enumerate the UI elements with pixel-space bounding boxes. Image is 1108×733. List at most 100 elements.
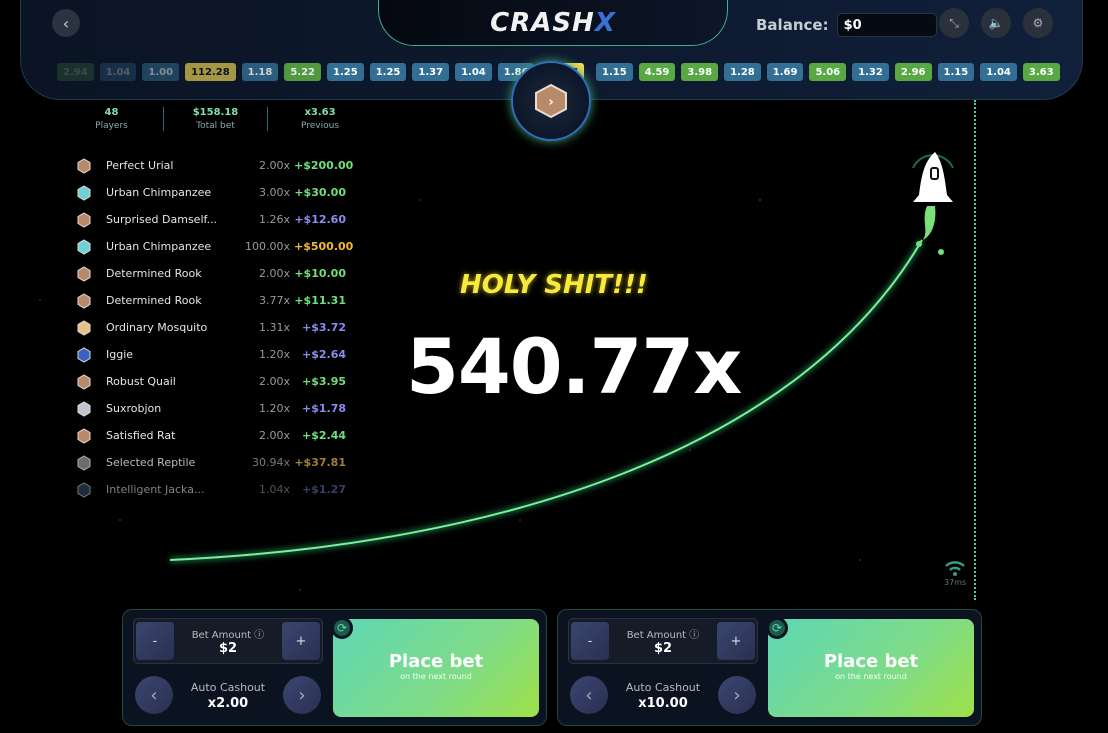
history-chip: 1.15: [937, 63, 975, 81]
stat-players: 48 Players: [60, 107, 164, 131]
player-avatar-icon: [76, 319, 92, 336]
player-winnings: +$1.78: [301, 402, 346, 415]
settings-button[interactable]: ⚙: [1023, 8, 1053, 38]
history-chip: 5.22: [284, 63, 322, 81]
back-button[interactable]: ‹: [52, 9, 80, 37]
history-chip: 112.28: [185, 63, 236, 81]
player-multiplier: 1.31x: [258, 321, 290, 334]
player-row: Suxrobjon 1.20x +$1.78: [76, 395, 346, 422]
balance-label: Balance:: [756, 16, 829, 34]
stat-total-bet: $158.18 Total bet: [164, 107, 268, 131]
player-avatar-icon: [76, 427, 92, 444]
history-chip: 1.32: [852, 63, 889, 81]
player-name: Selected Reptile: [106, 456, 196, 469]
bet-panel: - Bet Amount ⓘ $2 + ‹ Auto Cashout x10.0…: [557, 609, 982, 726]
stat-previous: x3.63 Previous: [300, 107, 340, 131]
expand-icon: ⤡: [949, 15, 959, 30]
bet-panel: - Bet Amount ⓘ $2 + ‹ Auto Cashout x2.00…: [122, 609, 547, 726]
bet-amount-value[interactable]: $2: [609, 641, 717, 656]
player-winnings: +$3.72: [301, 321, 346, 334]
player-avatar-icon: [76, 211, 92, 228]
auto-cashout-value[interactable]: x10.00: [608, 696, 718, 711]
player-avatar-icon: [76, 454, 92, 471]
player-list: Perfect Urial 2.00x +$200.00 Urban Chimp…: [76, 152, 354, 503]
player-multiplier: 2.00x: [258, 267, 290, 280]
player-winnings: +$30.00: [294, 186, 346, 199]
cashout-decrease-button[interactable]: ‹: [135, 676, 173, 714]
fullscreen-button[interactable]: ⤡: [939, 8, 969, 38]
player-multiplier: 1.20x: [258, 402, 290, 415]
bet-amount-value[interactable]: $2: [174, 641, 282, 656]
player-avatar-icon: [76, 481, 92, 498]
player-row: Perfect Urial 2.00x +$200.00: [76, 152, 353, 179]
player-name: Satisfied Rat: [106, 429, 176, 442]
cashout-increase-button[interactable]: ›: [283, 676, 321, 714]
player-multiplier: 2.00x: [258, 375, 290, 388]
cashout-decrease-button[interactable]: ‹: [570, 676, 608, 714]
exclaim-text: HOLY SHIT!!!: [460, 270, 648, 300]
place-bet-button[interactable]: Place bet on the next round: [333, 619, 539, 717]
chevron-left-icon: ‹: [585, 684, 593, 706]
chevron-right-icon: ›: [298, 684, 306, 706]
auto-cashout-label: Auto Cashout: [625, 681, 701, 694]
player-name: Urban Chimpanzee: [106, 240, 212, 253]
bet-amount-stepper: - Bet Amount ⓘ $2 +: [568, 618, 758, 664]
refresh-icon: ⟳: [336, 621, 348, 635]
player-avatar-icon: [76, 373, 92, 390]
player-row: Robust Quail 2.00x +$3.95: [76, 368, 346, 395]
increase-bet-button[interactable]: +: [282, 622, 320, 660]
player-row: Satisfied Rat 2.00x +$2.44: [76, 422, 346, 449]
speaker-icon: 🔈: [988, 16, 1004, 30]
decrease-bet-button[interactable]: -: [571, 622, 609, 660]
balance-value: $0: [836, 13, 937, 37]
player-name: Perfect Urial: [106, 159, 174, 172]
history-chip: 1.18: [241, 63, 279, 81]
history-chip: 3.98: [681, 63, 719, 81]
logo-panel: CRASHX: [378, 0, 728, 46]
place-bet-button[interactable]: Place bet on the next round: [768, 619, 974, 717]
crashx-logo: CRASHX: [490, 7, 616, 38]
player-row: Urban Chimpanzee 100.00x +$500.00: [76, 233, 354, 260]
info-icon: ⓘ: [254, 630, 265, 641]
player-name: Urban Chimpanzee: [106, 186, 212, 199]
auto-bet-toggle[interactable]: ⟳: [331, 617, 353, 639]
player-row: Ordinary Mosquito 1.31x +$3.72: [76, 314, 346, 341]
decrease-bet-button[interactable]: -: [136, 622, 174, 660]
player-winnings: +$2.64: [301, 348, 346, 361]
cashout-increase-button[interactable]: ›: [718, 676, 756, 714]
hexagon-chevron-icon: ›: [535, 83, 567, 119]
history-chip: 1.69: [766, 63, 804, 81]
auto-bet-toggle[interactable]: ⟳: [766, 617, 788, 639]
rocket-icon: [912, 152, 954, 255]
history-chip: 1.28: [724, 63, 761, 81]
vertical-dotted-axis: [974, 100, 976, 600]
auto-cashout-value[interactable]: x2.00: [173, 696, 283, 711]
player-multiplier: 30.94x: [251, 456, 290, 469]
player-name: Robust Quail: [106, 375, 176, 388]
player-avatar-icon: [76, 400, 92, 417]
chevron-right-icon: ›: [733, 684, 741, 706]
player-winnings: +$12.60: [294, 213, 346, 226]
player-winnings: +$11.31: [294, 294, 346, 307]
player-row: Determined Rook 2.00x +$10.00: [76, 260, 346, 287]
player-winnings: +$10.00: [294, 267, 346, 280]
player-multiplier: 2.00x: [258, 159, 290, 172]
bet-amount-label: Bet Amount ⓘ: [626, 630, 700, 641]
connection-status: 37ms: [944, 560, 966, 587]
history-chip: 1.15: [596, 63, 633, 81]
history-chips-left: 2.94 1.04 1.00 112.28 1.18 5.22 1.25 1.25 1.37 1.…: [57, 63, 585, 81]
toggle-players-button[interactable]: ›: [511, 61, 591, 141]
player-avatar-icon: [76, 157, 92, 174]
player-multiplier: 2.00x: [258, 429, 290, 442]
increase-bet-button[interactable]: +: [717, 622, 755, 660]
wifi-icon: [945, 561, 965, 576]
player-winnings: +$3.95: [301, 375, 346, 388]
sound-button[interactable]: 🔈: [981, 8, 1011, 38]
player-winnings: +$500.00: [294, 240, 354, 253]
player-multiplier: 3.77x: [258, 294, 290, 307]
history-chip: 3.63: [1022, 63, 1060, 81]
player-winnings: +$1.27: [301, 483, 346, 496]
chevron-left-icon: ‹: [150, 684, 158, 706]
history-chip: 1.00: [142, 63, 180, 81]
history-chip: 2.96: [894, 63, 932, 81]
